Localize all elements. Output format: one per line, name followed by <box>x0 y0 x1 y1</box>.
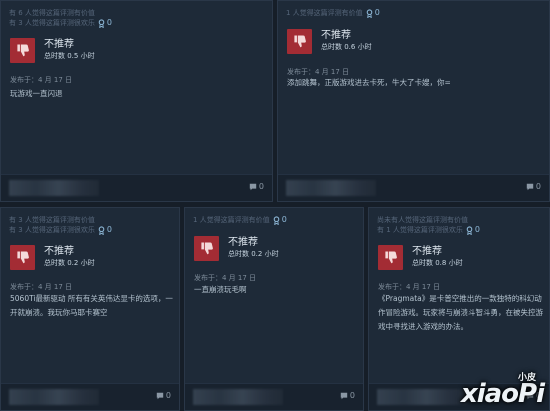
review-footer: 0 <box>278 174 549 201</box>
review-footer: 0 <box>1 174 272 201</box>
thumbs-down-icon <box>10 38 35 63</box>
award-count: 0 <box>106 225 112 234</box>
posted-date: 发布于：4 月 17 日 <box>10 283 73 291</box>
award-icon <box>366 8 372 18</box>
watermark-top-text: 小皮 <box>517 373 536 383</box>
comment-icon <box>156 392 164 399</box>
funny-count-text: 有 3 人觉得这篇评测很欢乐 <box>9 19 95 27</box>
helpful-count-text: 有 3 人觉得这篇评测有价值 <box>9 216 95 224</box>
award-icon <box>98 18 105 28</box>
playtime-text: 总时数 0.2 小时 <box>44 259 95 267</box>
author-avatar-blurred[interactable] <box>377 389 467 405</box>
review-text: 一直崩溃玩毛啊 <box>194 285 247 294</box>
review-text: 5060Ti最新驱动 所有有关英伟达显卡的选项，一开就崩溃。我玩你马耶卡赛空 <box>10 294 173 317</box>
comment-icon <box>526 183 534 190</box>
thumbs-down-icon <box>378 245 403 270</box>
award-count: 0 <box>474 225 480 234</box>
verdict-label: 不推荐 <box>44 39 74 50</box>
author-avatar-blurred[interactable] <box>9 389 99 405</box>
verdict-label: 不推荐 <box>228 237 258 248</box>
award-badge[interactable]: 0 <box>273 215 287 225</box>
helpfulness-summary: 有 6 人觉得这篇评测有价值 有 3 人觉得这篇评测很欢乐 0 <box>9 8 112 28</box>
comment-count: 0 <box>165 391 171 400</box>
comment-button[interactable]: 0 <box>249 182 264 191</box>
review-card: 1 人觉得这篇评测有价值 0 不推荐 总时数 0.6 小时 发布于：4 月 17… <box>277 0 550 202</box>
comment-button[interactable]: 0 <box>156 391 171 400</box>
award-count: 0 <box>374 8 380 17</box>
comment-button[interactable]: 0 <box>340 391 355 400</box>
comment-count: 0 <box>535 182 541 191</box>
verdict-label: 不推荐 <box>412 246 442 257</box>
review-footer: 0 <box>185 383 363 410</box>
site-watermark-logo: 小皮 xiaoPi <box>460 373 545 409</box>
author-avatar-blurred[interactable] <box>193 389 283 405</box>
award-badge[interactable]: 0 <box>466 225 480 235</box>
award-icon <box>273 215 279 225</box>
funny-count-text: 有 3 人觉得这篇评测很欢乐 <box>9 226 95 234</box>
helpful-count-text: 有 6 人觉得这篇评测有价值 <box>9 9 95 17</box>
award-count: 0 <box>281 215 287 224</box>
helpfulness-summary: 有 3 人觉得这篇评测有价值 有 3 人觉得这篇评测很欢乐 0 <box>9 215 112 235</box>
helpfulness-summary: 尚未有人觉得这篇评测有价值 有 1 人觉得这篇评测很欢乐 0 <box>377 215 480 235</box>
review-footer: 0 <box>1 383 179 410</box>
comment-count: 0 <box>349 391 355 400</box>
comment-icon <box>249 183 257 190</box>
posted-date: 发布于：4 月 17 日 <box>194 274 257 282</box>
comment-count: 0 <box>258 182 264 191</box>
award-count: 0 <box>106 18 112 27</box>
thumbs-down-icon <box>194 236 219 261</box>
playtime-text: 总时数 0.5 小时 <box>44 52 95 60</box>
funny-count-text: 有 1 人觉得这篇评测很欢乐 <box>377 226 463 234</box>
playtime-text: 总时数 0.8 小时 <box>412 259 463 267</box>
review-card: 有 6 人觉得这篇评测有价值 有 3 人觉得这篇评测很欢乐 0 不推荐 总时数 … <box>0 0 273 202</box>
comment-icon <box>340 392 348 399</box>
helpful-count-text: 尚未有人觉得这篇评测有价值 <box>377 216 468 224</box>
posted-date: 发布于：4 月 17 日 <box>378 283 441 291</box>
review-card: 有 3 人觉得这篇评测有价值 有 3 人觉得这篇评测很欢乐 0 不推荐 总时数 … <box>0 207 180 411</box>
playtime-text: 总时数 0.2 小时 <box>228 250 279 258</box>
award-badge[interactable]: 0 <box>98 18 112 28</box>
posted-date: 发布于：4 月 17 日 <box>10 76 73 84</box>
author-avatar-blurred[interactable] <box>9 180 99 196</box>
award-icon <box>466 225 473 235</box>
award-badge[interactable]: 0 <box>98 225 112 235</box>
review-text: 《Pragmata》是卡普空推出的一款独特的科幻动作冒险游戏。玩家将与崩溃斗智斗… <box>378 294 543 331</box>
helpful-count-text: 1 人觉得这篇评测有价值 <box>286 9 363 17</box>
watermark-main-text: xiaoPi <box>460 379 545 409</box>
verdict-row[interactable]: 不推荐 总时数 0.6 小时 <box>287 29 372 54</box>
review-text: 玩游戏一直闪退 <box>10 89 63 98</box>
verdict-row[interactable]: 不推荐 总时数 0.2 小时 <box>10 245 95 270</box>
verdict-label: 不推荐 <box>321 30 351 41</box>
comment-button[interactable]: 0 <box>526 182 541 191</box>
playtime-text: 总时数 0.6 小时 <box>321 43 372 51</box>
award-icon <box>98 225 105 235</box>
helpful-count-text: 1 人觉得这篇评测有价值 <box>193 216 270 224</box>
thumbs-down-icon <box>287 29 312 54</box>
helpfulness-summary: 1 人觉得这篇评测有价值 0 <box>193 215 287 225</box>
review-card: 1 人觉得这篇评测有价值 0 不推荐 总时数 0.2 小时 发布于：4 月 17… <box>184 207 364 411</box>
verdict-row[interactable]: 不推荐 总时数 0.2 小时 <box>194 236 279 261</box>
review-text: 添加跳舞，正版游戏进去卡死，牛大了卡嫂，你= <box>287 78 451 87</box>
thumbs-down-icon <box>10 245 35 270</box>
verdict-label: 不推荐 <box>44 246 74 257</box>
verdict-row[interactable]: 不推荐 总时数 0.8 小时 <box>378 245 463 270</box>
helpfulness-summary: 1 人觉得这篇评测有价值 0 <box>286 8 380 18</box>
verdict-row[interactable]: 不推荐 总时数 0.5 小时 <box>10 38 95 63</box>
award-badge[interactable]: 0 <box>366 8 380 18</box>
author-avatar-blurred[interactable] <box>286 180 376 196</box>
